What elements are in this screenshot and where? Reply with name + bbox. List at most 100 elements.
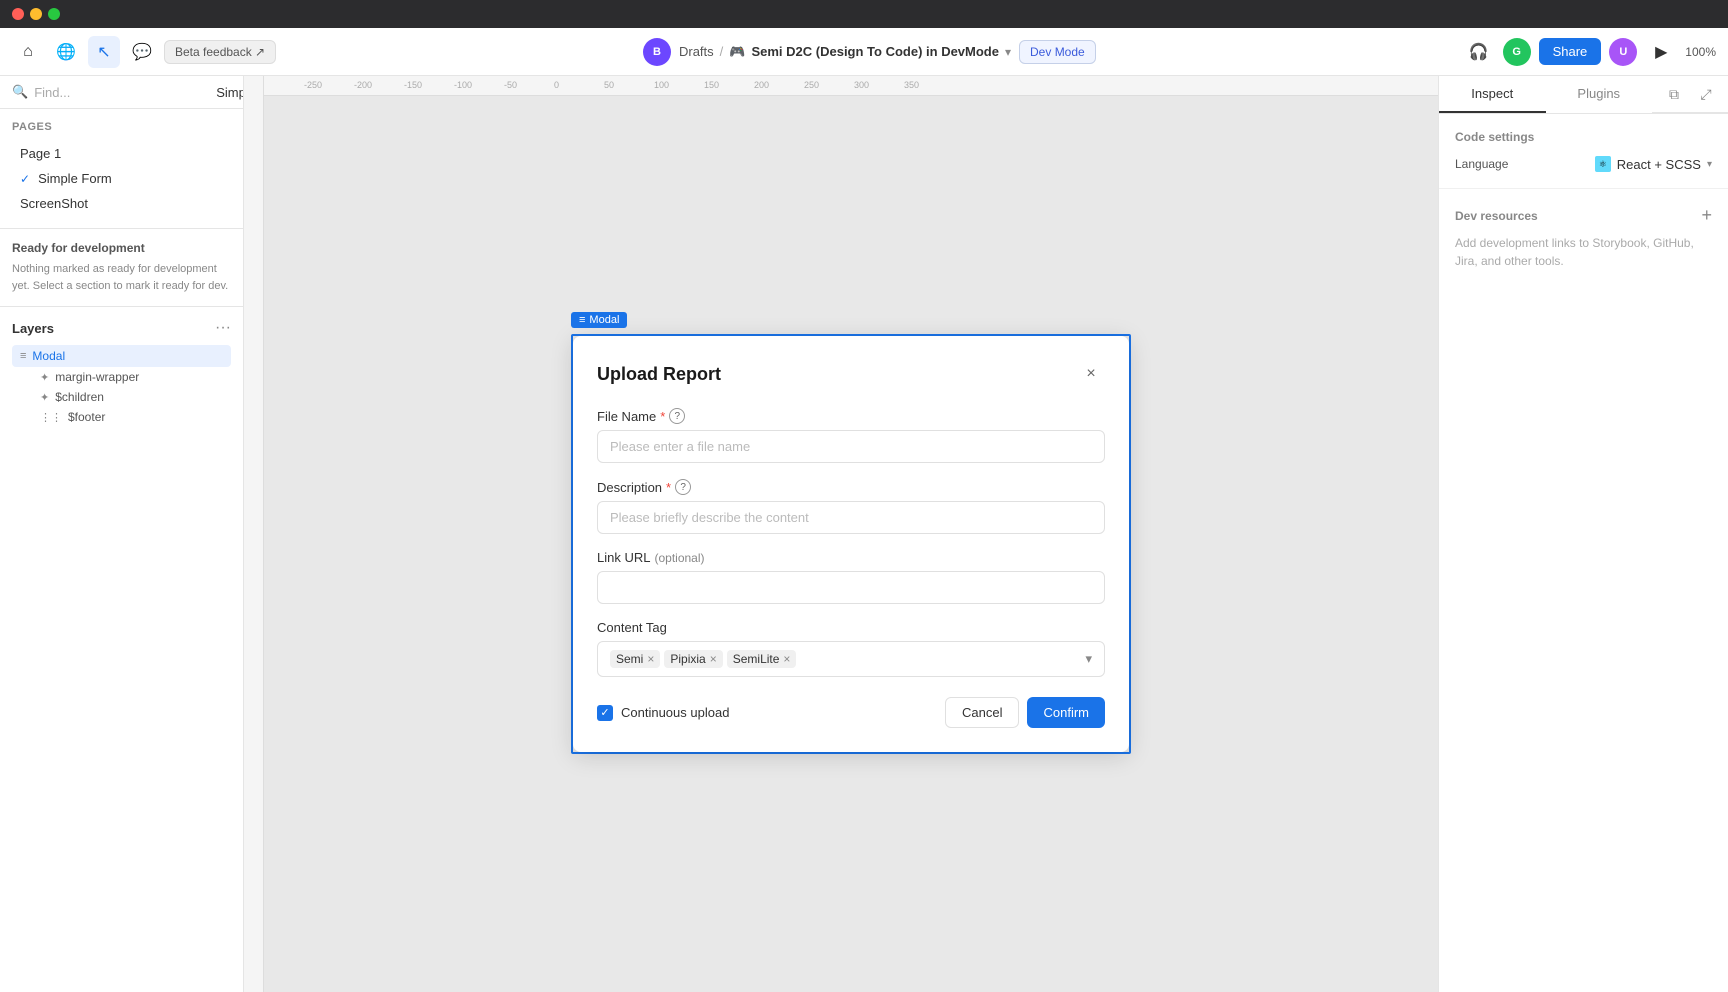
expand-icon[interactable]: ⤢ xyxy=(1692,80,1720,108)
right-panel: Inspect Plugins ⧉ ⤢ Code settings Langua… xyxy=(1438,76,1728,992)
link-url-label: Link URL (optional) xyxy=(597,550,1105,565)
breadcrumb: Drafts / 🎮 Semi D2C (Design To Code) in … xyxy=(679,44,1011,60)
share-button[interactable]: Share xyxy=(1539,38,1602,65)
tag-semi: Semi × xyxy=(610,650,660,668)
code-settings-section: Code settings Language ⚛ React + SCSS ▾ xyxy=(1439,114,1728,189)
window-controls[interactable] xyxy=(12,8,60,20)
description-help-icon[interactable]: ? xyxy=(675,479,691,495)
left-panel: 🔍 Simple Form ▾ Pages Page 1 Simple Form… xyxy=(0,76,244,992)
file-name-group: File Name * ? xyxy=(597,408,1105,463)
dev-resources-header: Dev resources + xyxy=(1455,205,1712,226)
home-icon[interactable]: ⌂ xyxy=(12,36,44,68)
tags-input[interactable]: Semi × Pipixia × SemiLite × xyxy=(597,641,1105,677)
tag-semi-close[interactable]: × xyxy=(647,652,654,666)
dev-resources-title: Dev resources xyxy=(1455,209,1538,223)
dev-resources-section: Dev resources + Add development links to… xyxy=(1439,189,1728,286)
main-layout: 🔍 Simple Form ▾ Pages Page 1 Simple Form… xyxy=(0,76,1728,992)
modal-header: Upload Report × xyxy=(597,360,1105,388)
layers-header: Layers ··· xyxy=(12,319,231,337)
tags-dropdown-icon[interactable]: ▾ xyxy=(1085,651,1092,667)
description-input[interactable] xyxy=(597,501,1105,534)
file-name-input[interactable] xyxy=(597,430,1105,463)
maximize-dot[interactable] xyxy=(48,8,60,20)
continuous-upload-checkbox[interactable]: ✓ xyxy=(597,705,613,721)
collab-avatar: G xyxy=(1503,38,1531,66)
checkmark-icon: ✓ xyxy=(600,706,609,719)
description-label: Description * ? xyxy=(597,479,1105,495)
tag-pipixia: Pipixia × xyxy=(664,650,722,668)
breadcrumb-page: Semi D2C (Design To Code) in DevMode xyxy=(751,44,999,59)
page-item-page1[interactable]: Page 1 xyxy=(12,141,231,166)
continuous-upload-group: ✓ Continuous upload xyxy=(597,705,729,721)
user-avatar: B xyxy=(643,38,671,66)
cursor-icon[interactable]: ↖ xyxy=(88,36,120,68)
layer-sub-items: ✦ margin-wrapper ✦ $children ⋮⋮ $footer xyxy=(12,367,231,427)
layer-modal-icon: ≡ xyxy=(20,350,26,362)
language-selector[interactable]: ⚛ React + SCSS ▾ xyxy=(1595,156,1712,172)
frame-name-label: Simple Form xyxy=(216,85,244,100)
user-avatar-2: U xyxy=(1609,38,1637,66)
page-item-simple-form[interactable]: Simple Form xyxy=(12,166,231,191)
close-dot[interactable] xyxy=(12,8,24,20)
file-name-help-icon[interactable]: ? xyxy=(669,408,685,424)
link-url-input[interactable] xyxy=(597,571,1105,604)
toolbar-center: B Drafts / 🎮 Semi D2C (Design To Code) i… xyxy=(284,38,1454,66)
modal-frame-wrapper: ≡ Modal Upload Report × xyxy=(571,334,1131,754)
play-icon[interactable]: ▶ xyxy=(1645,36,1677,68)
ruler-horizontal: -250 -200 -150 -100 -50 0 50 100 150 200… xyxy=(244,76,1438,96)
footer-buttons: Cancel Confirm xyxy=(945,697,1105,728)
modal-frame-label: ≡ Modal xyxy=(571,312,627,328)
confirm-button[interactable]: Confirm xyxy=(1027,697,1105,728)
speech-icon[interactable]: 💬 xyxy=(126,36,158,68)
search-bar[interactable]: 🔍 Simple Form ▾ xyxy=(0,76,243,109)
copy-icon[interactable]: ⧉ xyxy=(1660,80,1688,108)
dev-mode-button[interactable]: Dev Mode xyxy=(1019,40,1096,64)
tag-semilite: SemiLite × xyxy=(727,650,797,668)
page-item-screenshot[interactable]: ScreenShot xyxy=(12,191,231,216)
close-icon: × xyxy=(1086,365,1095,383)
tab-plugins[interactable]: Plugins xyxy=(1546,76,1653,113)
tag-semilite-close[interactable]: × xyxy=(783,652,790,666)
layer-children[interactable]: ✦ $children xyxy=(32,387,231,407)
layer-footer-icon: ⋮⋮ xyxy=(40,411,62,424)
canvas-content: ≡ Modal Upload Report × xyxy=(264,96,1438,992)
canvas: -250 -200 -150 -100 -50 0 50 100 150 200… xyxy=(244,76,1438,992)
modal-footer: ✓ Continuous upload Cancel Confirm xyxy=(597,697,1105,728)
dev-resources-add-icon[interactable]: + xyxy=(1701,205,1712,226)
beta-feedback-button[interactable]: Beta feedback ↗ xyxy=(164,40,276,64)
continuous-upload-label: Continuous upload xyxy=(621,705,729,720)
link-url-optional: (optional) xyxy=(654,551,704,565)
tag-pipixia-close[interactable]: × xyxy=(710,652,717,666)
breadcrumb-icon: 🎮 xyxy=(729,44,745,60)
content-tag-label: Content Tag xyxy=(597,620,1105,635)
pages-title: Pages xyxy=(12,121,231,133)
layer-footer[interactable]: ⋮⋮ $footer xyxy=(32,407,231,427)
minimize-dot[interactable] xyxy=(30,8,42,20)
language-label: Language xyxy=(1455,157,1508,171)
cancel-button[interactable]: Cancel xyxy=(945,697,1019,728)
browser-icon[interactable]: 🌐 xyxy=(50,36,82,68)
code-settings-title: Code settings xyxy=(1455,130,1712,144)
headphone-icon[interactable]: 🎧 xyxy=(1463,36,1495,68)
right-tab-action-icons: ⧉ ⤢ xyxy=(1652,76,1728,113)
right-tabs: Inspect Plugins ⧉ ⤢ xyxy=(1439,76,1728,114)
layers-title: Layers xyxy=(12,321,54,336)
breadcrumb-drafts: Drafts xyxy=(679,44,714,59)
breadcrumb-sep: / xyxy=(720,44,724,59)
zoom-level: 100% xyxy=(1685,45,1716,59)
ready-desc: Nothing marked as ready for development … xyxy=(12,261,231,294)
layers-more-icon[interactable]: ··· xyxy=(215,319,231,337)
modal-close-button[interactable]: × xyxy=(1077,360,1105,388)
layer-children-icon: ✦ xyxy=(40,391,49,404)
toolbar-left: ⌂ 🌐 ↖ 💬 Beta feedback ↗ xyxy=(12,36,276,68)
ruler-vertical xyxy=(244,76,264,992)
layer-modal[interactable]: ≡ Modal xyxy=(12,345,231,367)
file-name-required: * xyxy=(660,409,665,424)
modal-frame-icon: ≡ xyxy=(579,314,585,326)
tab-inspect[interactable]: Inspect xyxy=(1439,76,1546,113)
toolbar: ⌂ 🌐 ↖ 💬 Beta feedback ↗ B Drafts / 🎮 Sem… xyxy=(0,28,1728,76)
search-input[interactable] xyxy=(34,85,210,100)
layer-margin-wrapper[interactable]: ✦ margin-wrapper xyxy=(32,367,231,387)
dev-resources-desc: Add development links to Storybook, GitH… xyxy=(1455,234,1712,270)
ready-title: Ready for development xyxy=(12,241,231,255)
